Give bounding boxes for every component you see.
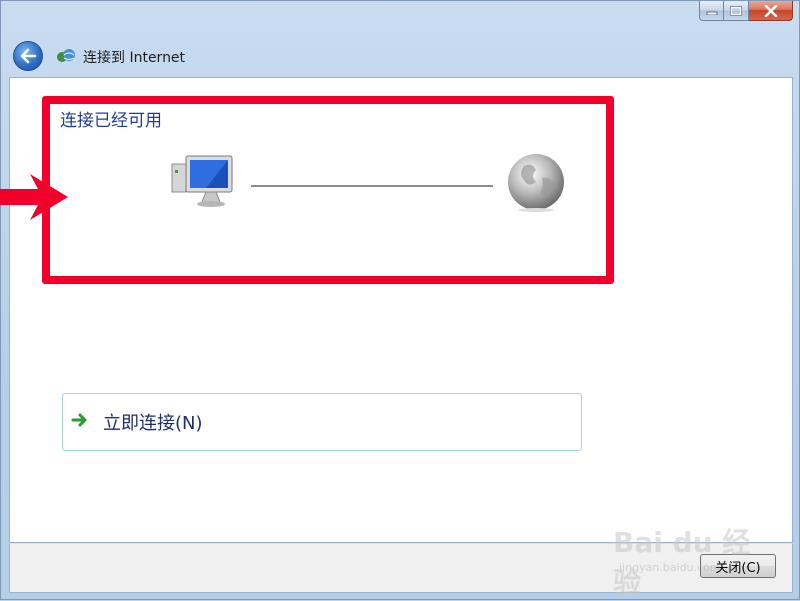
minimize-button[interactable] <box>699 1 724 21</box>
navigation-bar: 连接到 Internet <box>1 37 799 75</box>
caption-buttons <box>699 1 793 23</box>
back-button[interactable] <box>13 41 43 71</box>
connect-now-label: 立即连接(N) <box>103 413 203 434</box>
red-highlight-box <box>42 96 614 284</box>
minimize-icon <box>706 11 717 15</box>
close-icon <box>764 4 777 17</box>
arrow-right-icon <box>71 413 87 427</box>
footer-bar: 关闭(C) <box>9 543 793 593</box>
maximize-icon <box>730 5 742 16</box>
maximize-button[interactable] <box>724 1 749 21</box>
window-title: 连接到 Internet <box>83 50 186 66</box>
connect-now-button[interactable]: 立即连接(N) <box>62 393 582 451</box>
red-arrow-icon <box>0 174 68 220</box>
close-window-button[interactable] <box>749 1 793 21</box>
back-arrow-icon <box>20 48 37 64</box>
network-globe-icon <box>57 49 75 62</box>
connect-internet-window: 连接到 Internet 连接已经可用 立即连接(N) 关闭(C) Bai du… <box>0 0 800 600</box>
close-button[interactable]: 关闭(C) <box>700 554 776 578</box>
